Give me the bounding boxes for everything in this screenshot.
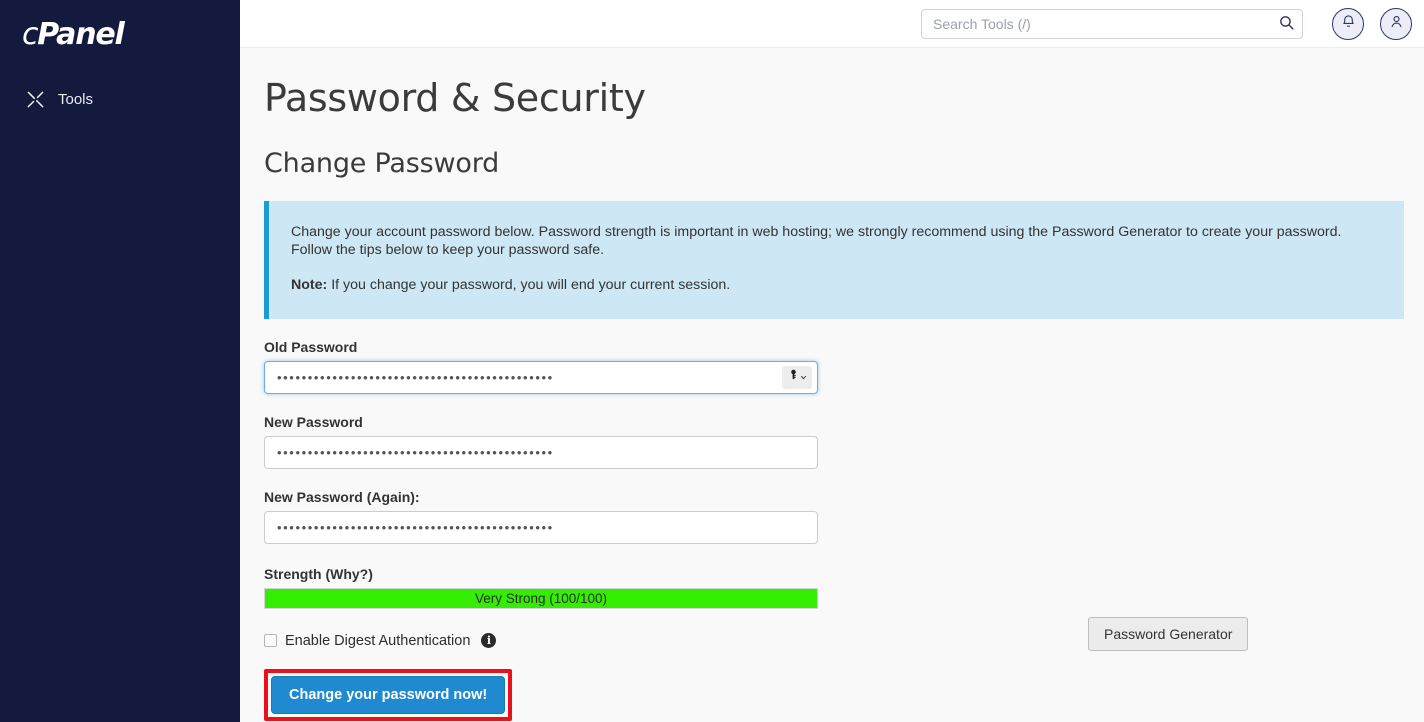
- logo-panel: Panel: [37, 17, 125, 52]
- password-strength-text: Very Strong (100/100): [474, 590, 608, 606]
- password-strength-bar: Very Strong (100/100): [264, 587, 818, 609]
- page-title: Password & Security: [264, 76, 646, 120]
- new-password-field[interactable]: [264, 435, 818, 469]
- strength-label[interactable]: Strength (Why?): [264, 566, 1400, 582]
- submit-highlight: Change your password now!: [264, 668, 513, 721]
- password-strength-fill: Very Strong (100/100): [265, 588, 817, 608]
- new-password-row: [264, 435, 818, 469]
- new-password-again-row: [264, 510, 818, 544]
- bell-icon: [1341, 14, 1356, 34]
- account-button[interactable]: [1380, 7, 1412, 40]
- digest-auth-checkbox[interactable]: [264, 634, 277, 648]
- alert-note: Note: If you change your password, you w…: [291, 276, 1382, 295]
- search-button[interactable]: [1275, 13, 1297, 35]
- tools-icon: [24, 88, 46, 110]
- notifications-button[interactable]: [1332, 7, 1364, 40]
- sidebar-item-tools-label: Tools: [58, 90, 94, 108]
- key-icon: [788, 368, 799, 386]
- search-input[interactable]: [921, 8, 1303, 39]
- sidebar-item-tools[interactable]: Tools: [0, 84, 240, 114]
- password-generator-button[interactable]: Password Generator: [1088, 617, 1249, 651]
- alert-note-body: If you change your password, you will en…: [331, 277, 731, 294]
- search-icon: [1278, 14, 1295, 34]
- chevron-down-icon: [800, 368, 807, 386]
- info-icon[interactable]: i: [481, 633, 497, 649]
- sidebar: cPanel Tools: [0, 0, 240, 722]
- alert-note-label: Note:: [291, 277, 328, 294]
- old-password-field[interactable]: [264, 360, 818, 394]
- logo-c: c: [22, 17, 39, 52]
- password-manager-button[interactable]: [782, 365, 812, 389]
- new-password-label: New Password: [264, 413, 363, 430]
- cpanel-logo[interactable]: cPanel: [22, 17, 125, 52]
- new-password-again-field[interactable]: [264, 510, 818, 544]
- search-container: [921, 8, 1303, 39]
- old-password-label: Old Password: [264, 338, 358, 355]
- new-password-again-label: New Password (Again):: [264, 488, 420, 505]
- cpanel-app: cPanel Tools Search Tools (/) Password &…: [0, 0, 1424, 722]
- alert-body: Change your account password below. Pass…: [291, 223, 1342, 259]
- user-icon: [1389, 14, 1404, 34]
- old-password-row: [264, 360, 818, 394]
- digest-auth-label: Enable Digest Authentication: [285, 632, 471, 649]
- change-password-button[interactable]: Change your password now!: [271, 675, 506, 714]
- info-alert: Change your account password below. Pass…: [264, 200, 1404, 319]
- section-title: Change Password: [264, 147, 500, 179]
- content-area: Password & Security Change Password Chan…: [240, 48, 1424, 722]
- main-area: Password & Security Change Password Chan…: [240, 0, 1424, 722]
- top-bar: [240, 0, 1424, 48]
